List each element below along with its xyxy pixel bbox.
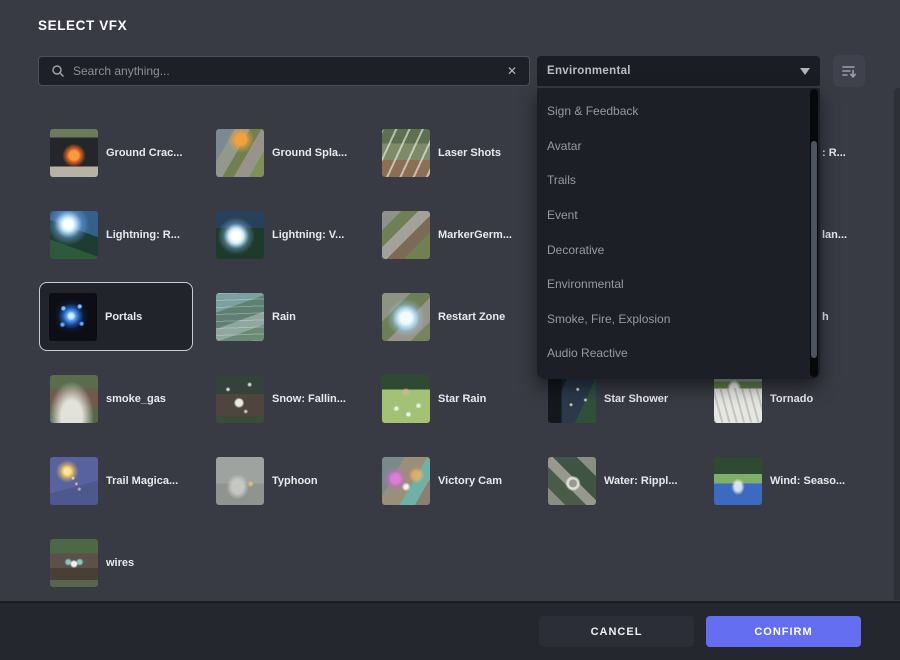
cancel-button[interactable]: CANCEL xyxy=(539,616,694,647)
category-dropdown-menu: Sign & FeedbackAvatarTrailsEventDecorati… xyxy=(537,88,820,379)
dropdown-option-audio-reactive[interactable]: Audio Reactive xyxy=(537,336,820,371)
vfx-item-label: Star Shower xyxy=(604,393,668,405)
sort-button[interactable] xyxy=(833,55,865,87)
vfx-item-laser-shots[interactable]: Laser Shots xyxy=(382,129,501,177)
vfx-item-wind-season[interactable]: Wind: Seaso... xyxy=(714,457,845,505)
portals-thumbnail xyxy=(49,293,97,341)
smoke-gas-thumbnail xyxy=(50,375,98,423)
vfx-item-label: Restart Zone xyxy=(438,311,505,323)
vfx-item-label: Star Rain xyxy=(438,393,486,405)
dropdown-option-trails[interactable]: Trails xyxy=(537,163,820,198)
dropdown-option-sign-feedback[interactable]: Sign & Feedback xyxy=(537,94,820,129)
occluded-item-label: h xyxy=(822,311,829,323)
search-icon xyxy=(51,64,65,78)
confirm-button[interactable]: CONFIRM xyxy=(706,616,861,647)
vfx-item-label: Wind: Seaso... xyxy=(770,475,845,487)
typhoon-thumbnail xyxy=(216,457,264,505)
vfx-item-snow-falling[interactable]: Snow: Fallin... xyxy=(216,375,346,423)
snow-falling-thumbnail xyxy=(216,375,264,423)
vfx-item-label: Ground Spla... xyxy=(272,147,347,159)
vfx-item-label: Typhoon xyxy=(272,475,318,487)
vfx-item-lightning-r[interactable]: Lightning: R... xyxy=(50,211,180,259)
vfx-item-label: MarkerGerm... xyxy=(438,229,512,241)
vfx-item-label: smoke_gas xyxy=(106,393,166,405)
vfx-item-trail-magical[interactable]: Trail Magica... xyxy=(50,457,178,505)
water-ripple-thumbnail xyxy=(548,457,596,505)
restart-zone-thumbnail xyxy=(382,293,430,341)
ground-splash-thumbnail xyxy=(216,129,264,177)
select-vfx-dialog: SELECT VFX Search anything... ✕ Environm… xyxy=(0,0,900,660)
vfx-item-star-shower[interactable]: Star Shower xyxy=(548,375,668,423)
rain-thumbnail xyxy=(216,293,264,341)
occluded-item-label: lan... xyxy=(822,229,847,241)
dropdown-scrollbar-thumb[interactable] xyxy=(811,141,817,358)
vfx-item-label: Water: Rippl... xyxy=(604,475,678,487)
victory-cam-thumbnail xyxy=(382,457,430,505)
vfx-item-star-rain[interactable]: Star Rain xyxy=(382,375,486,423)
search-input[interactable]: Search anything... ✕ xyxy=(38,56,530,86)
vfx-item-lightning-v[interactable]: Lightning: V... xyxy=(216,211,344,259)
vfx-item-ground-splash[interactable]: Ground Spla... xyxy=(216,129,347,177)
vfx-item-label: Laser Shots xyxy=(438,147,501,159)
vfx-item-label: Victory Cam xyxy=(438,475,502,487)
dropdown-scrollbar[interactable] xyxy=(810,89,818,377)
tornado-thumbnail xyxy=(714,375,762,423)
vfx-item-typhoon[interactable]: Typhoon xyxy=(216,457,318,505)
vfx-item-victory-cam[interactable]: Victory Cam xyxy=(382,457,502,505)
vfx-item-label: Ground Crac... xyxy=(106,147,182,159)
vfx-item-water-ripple[interactable]: Water: Rippl... xyxy=(548,457,678,505)
vfx-item-ground-crack[interactable]: Ground Crac... xyxy=(50,129,182,177)
vfx-item-rain[interactable]: Rain xyxy=(216,293,296,341)
vfx-item-label: Tornado xyxy=(770,393,813,405)
vfx-item-label: Lightning: R... xyxy=(106,229,180,241)
vfx-item-label: Trail Magica... xyxy=(106,475,178,487)
dropdown-option-event[interactable]: Event xyxy=(537,198,820,233)
wind-season-thumbnail xyxy=(714,457,762,505)
category-dropdown[interactable]: Environmental xyxy=(537,56,820,86)
vfx-item-tornado[interactable]: Tornado xyxy=(714,375,813,423)
vfx-item-smoke-gas[interactable]: smoke_gas xyxy=(50,375,166,423)
star-rain-thumbnail xyxy=(382,375,430,423)
dropdown-option-smoke-fire-explosion[interactable]: Smoke, Fire, Explosion xyxy=(537,302,820,337)
vfx-item-label: wires xyxy=(106,557,134,569)
wires-thumbnail xyxy=(50,539,98,587)
lightning-r-thumbnail xyxy=(50,211,98,259)
vfx-item-label: Lightning: V... xyxy=(272,229,344,241)
vfx-item-label: Portals xyxy=(105,311,142,323)
markergerm-thumbnail xyxy=(382,211,430,259)
dropdown-option-list: Sign & FeedbackAvatarTrailsEventDecorati… xyxy=(537,94,820,371)
vfx-item-markergerm[interactable]: MarkerGerm... xyxy=(382,211,512,259)
category-selected-value: Environmental xyxy=(547,65,631,77)
trail-magical-thumbnail xyxy=(50,457,98,505)
clear-search-icon[interactable]: ✕ xyxy=(507,64,517,78)
dropdown-option-environmental[interactable]: Environmental xyxy=(537,267,820,302)
dropdown-option-decorative[interactable]: Decorative xyxy=(537,232,820,267)
star-shower-thumbnail xyxy=(548,375,596,423)
chevron-down-icon xyxy=(800,68,810,75)
vfx-item-restart-zone[interactable]: Restart Zone xyxy=(382,293,505,341)
occluded-item-label: : R... xyxy=(822,147,846,159)
sort-descending-icon xyxy=(841,63,857,79)
vfx-item-label: Rain xyxy=(272,311,296,323)
laser-shots-thumbnail xyxy=(382,129,430,177)
page-title: SELECT VFX xyxy=(38,18,127,33)
vfx-item-portals[interactable]: Portals xyxy=(39,282,193,351)
lightning-v-thumbnail xyxy=(216,211,264,259)
search-placeholder: Search anything... xyxy=(73,64,170,78)
vfx-item-wires[interactable]: wires xyxy=(50,539,134,587)
grid-scrollbar[interactable] xyxy=(894,88,900,600)
footer-bar: CANCEL CONFIRM xyxy=(0,601,900,660)
ground-crack-thumbnail xyxy=(50,129,98,177)
dropdown-option-avatar[interactable]: Avatar xyxy=(537,129,820,164)
vfx-item-label: Snow: Fallin... xyxy=(272,393,346,405)
